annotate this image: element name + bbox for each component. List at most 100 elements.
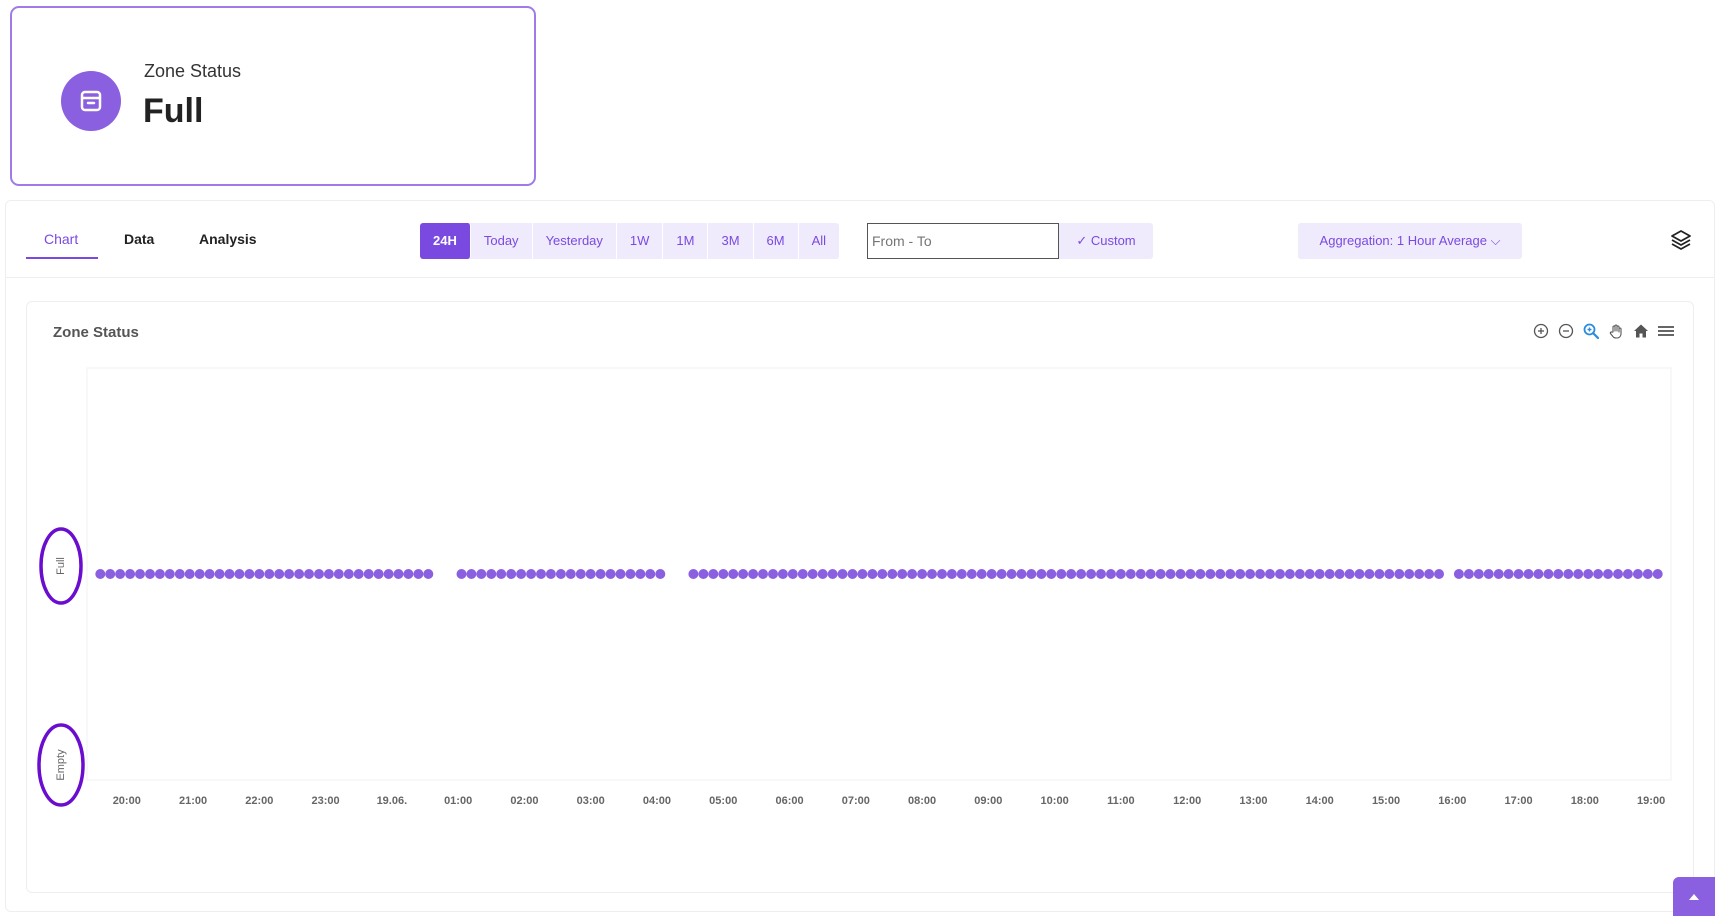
- data-point: [284, 569, 295, 579]
- data-point: [1006, 569, 1017, 579]
- data-point: [768, 569, 778, 579]
- data-point: [956, 569, 967, 579]
- chart-toolbar: Chart Data Analysis 24H Today Yesterday …: [6, 201, 1714, 278]
- tab-analysis[interactable]: Analysis: [199, 231, 257, 247]
- status-card-label: Zone Status: [144, 61, 242, 81]
- data-point: [526, 569, 537, 579]
- data-point: [1245, 569, 1256, 579]
- data-point: [728, 569, 739, 579]
- zone-status-chart-card: Zone Status Empty Full 20:00 21:00 22:00…: [26, 301, 1694, 893]
- data-point: [1563, 569, 1574, 579]
- data-point: [927, 569, 937, 579]
- range-button-yesterday[interactable]: Yesterday: [533, 223, 617, 259]
- data-point: [413, 569, 424, 579]
- data-point: [363, 569, 374, 579]
- x-tick-label: 04:00: [643, 795, 671, 807]
- layers-icon[interactable]: [1669, 228, 1693, 252]
- data-point: [847, 569, 858, 579]
- scroll-to-top-button[interactable]: [1673, 877, 1715, 916]
- data-point: [1016, 569, 1027, 579]
- data-point: [1026, 569, 1037, 579]
- range-button-6m[interactable]: 6M: [754, 223, 799, 259]
- range-button-all[interactable]: All: [799, 223, 839, 259]
- data-point: [135, 569, 145, 579]
- data-point: [1434, 569, 1444, 579]
- data-point: [164, 569, 175, 579]
- data-point: [635, 569, 646, 579]
- data-point: [708, 569, 719, 579]
- x-tick-label: 13:00: [1239, 795, 1267, 807]
- data-point: [585, 569, 596, 579]
- x-tick-label: 19.06.: [377, 795, 408, 807]
- data-point: [294, 569, 305, 579]
- x-tick-label: 03:00: [577, 795, 605, 807]
- data-point: [1384, 569, 1395, 579]
- data-point: [1493, 569, 1504, 579]
- data-point: [1046, 569, 1057, 579]
- data-point: [1165, 569, 1176, 579]
- data-point: [1135, 569, 1146, 579]
- data-point: [234, 569, 245, 579]
- data-point: [476, 569, 487, 579]
- tab-data[interactable]: Data: [124, 231, 154, 247]
- data-point: [976, 569, 987, 579]
- range-button-24h[interactable]: 24H: [420, 223, 471, 259]
- time-range-selector: 24H Today Yesterday 1W 1M 3M 6M All: [420, 223, 840, 259]
- data-point: [1364, 569, 1375, 579]
- x-tick-label: 12:00: [1173, 795, 1201, 807]
- data-point: [1394, 569, 1405, 579]
- data-point: [867, 569, 878, 579]
- data-point: [1175, 569, 1186, 579]
- data-point: [403, 569, 414, 579]
- data-point: [1235, 569, 1246, 579]
- aggregation-dropdown[interactable]: Aggregation: 1 Hour Average ⌵: [1298, 223, 1522, 259]
- date-range-input[interactable]: [867, 223, 1059, 259]
- data-point: [837, 569, 848, 579]
- x-tick-label: 23:00: [312, 795, 340, 807]
- data-point: [1463, 569, 1474, 579]
- data-point: [1533, 569, 1544, 579]
- x-tick-label: 09:00: [974, 795, 1002, 807]
- data-point: [506, 569, 517, 579]
- data-point: [817, 569, 828, 579]
- data-point: [125, 569, 136, 579]
- data-point: [486, 569, 497, 579]
- chart-panel: Chart Data Analysis 24H Today Yesterday …: [5, 200, 1715, 912]
- data-point: [204, 569, 215, 579]
- data-point: [264, 569, 275, 579]
- archive-box-icon: [61, 71, 121, 131]
- data-point: [145, 569, 155, 579]
- data-point: [456, 569, 467, 579]
- data-point: [1543, 569, 1554, 579]
- data-point: [1334, 569, 1345, 579]
- y-tick-label-full: Full: [55, 557, 67, 575]
- x-tick-label: 15:00: [1372, 795, 1400, 807]
- data-point: [827, 569, 838, 579]
- range-button-1m[interactable]: 1M: [663, 223, 709, 259]
- data-point: [1076, 569, 1087, 579]
- data-point: [1632, 569, 1643, 579]
- x-tick-label: 02:00: [510, 795, 538, 807]
- data-point: [1115, 569, 1126, 579]
- data-point: [1314, 569, 1325, 579]
- data-point: [748, 569, 759, 579]
- data-point: [897, 569, 908, 579]
- data-point: [1652, 569, 1663, 579]
- caret-up-icon: [1689, 893, 1699, 900]
- data-point: [224, 569, 235, 579]
- data-point: [1404, 569, 1415, 579]
- data-point: [937, 569, 947, 579]
- data-point: [986, 569, 997, 579]
- range-button-3m[interactable]: 3M: [708, 223, 754, 259]
- x-tick-label: 21:00: [179, 795, 207, 807]
- x-tick-label: 05:00: [709, 795, 737, 807]
- tab-chart[interactable]: Chart: [44, 231, 78, 247]
- data-point: [595, 569, 606, 579]
- data-point: [314, 569, 324, 579]
- range-button-1w[interactable]: 1W: [617, 223, 664, 259]
- range-button-today[interactable]: Today: [471, 223, 533, 259]
- custom-range-button[interactable]: ✓ Custom: [1059, 223, 1153, 259]
- data-point: [625, 569, 636, 579]
- zone-status-plot: Empty Full 20:00 21:00 22:00 23:00 19.06. 01:0…: [37, 367, 1672, 807]
- data-point: [1205, 569, 1216, 579]
